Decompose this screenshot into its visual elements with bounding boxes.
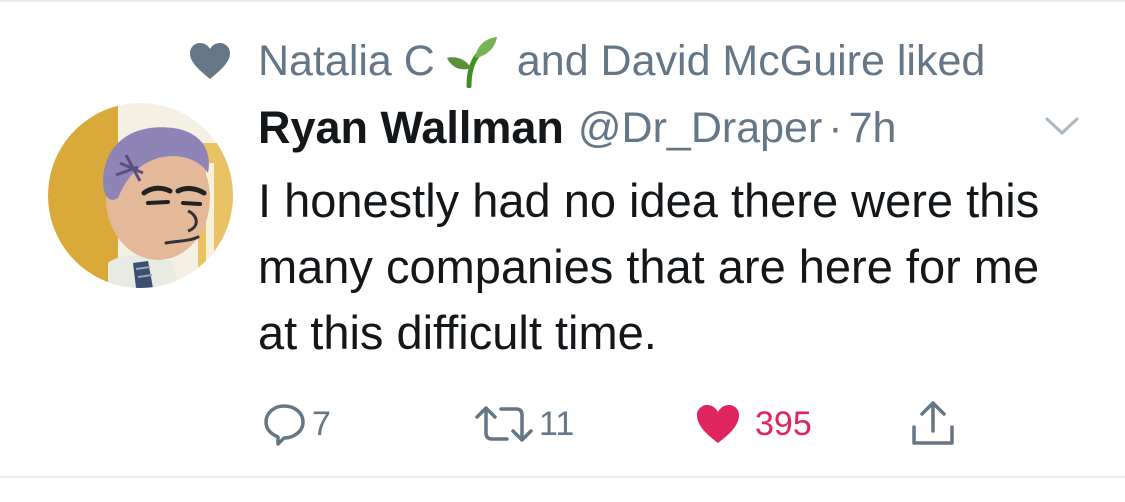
avatar[interactable] — [48, 103, 233, 288]
action-bar: 7 11 395 — [0, 396, 1125, 452]
retweet-icon — [475, 406, 533, 442]
bottom-divider — [0, 476, 1125, 478]
reply-button[interactable]: 7 — [262, 396, 331, 452]
tweet-text: I honestly had no idea there were this m… — [258, 174, 1040, 359]
social-context: Natalia C and David McGuire liked — [188, 36, 986, 88]
tweet-header: Ryan Wallman @Dr_Draper · 7h — [258, 98, 896, 158]
seedling-icon — [446, 37, 497, 88]
retweet-count: 11 — [539, 404, 575, 443]
like-button[interactable]: 395 — [695, 396, 812, 452]
top-divider — [0, 0, 1125, 2]
timestamp[interactable]: 7h — [849, 104, 897, 153]
share-button[interactable] — [908, 396, 958, 452]
liker-name-1[interactable]: Natalia C — [258, 37, 435, 86]
avatar-illustration — [48, 103, 233, 288]
retweet-button[interactable]: 11 — [473, 396, 574, 452]
reply-count: 7 — [312, 404, 331, 443]
chevron-down-icon[interactable] — [1043, 114, 1081, 138]
display-name[interactable]: Ryan Wallman — [258, 102, 564, 154]
user-handle[interactable]: @Dr_Draper — [578, 104, 822, 153]
separator-dot: · — [828, 103, 843, 152]
reply-icon — [264, 404, 305, 446]
social-context-rest: and David McGuire liked — [516, 36, 986, 85]
like-count: 395 — [755, 404, 812, 443]
heart-icon — [697, 405, 739, 443]
share-icon — [912, 401, 954, 445]
heart-icon — [190, 43, 230, 79]
